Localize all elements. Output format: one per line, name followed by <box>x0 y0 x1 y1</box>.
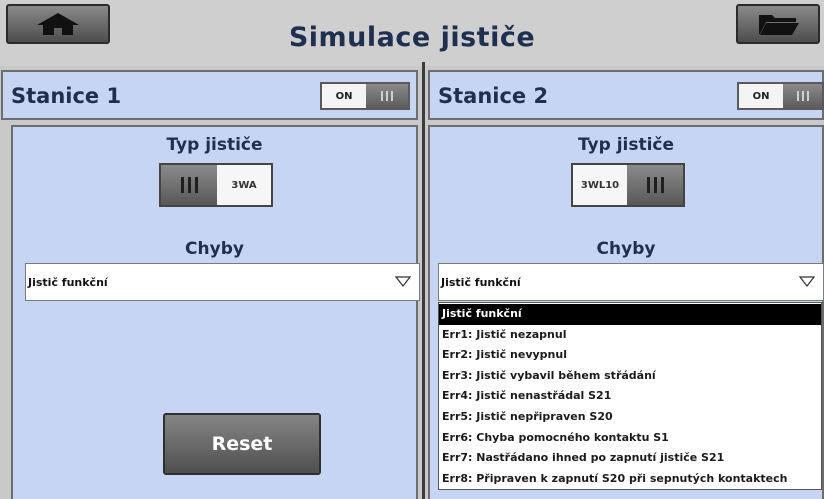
error-dropdown-list: Jistič funkční Err1: Jistič nezapnul Err… <box>438 302 822 490</box>
page-title: Simulace jističe <box>288 22 536 53</box>
station-1-name: Stanice 1 <box>11 84 122 108</box>
reset-button[interactable]: Reset <box>163 413 321 475</box>
dropdown-option[interactable]: Err7: Nastřádano ihned po zapnutí jistič… <box>439 448 821 469</box>
toggle-knob <box>161 165 217 205</box>
breaker-type-label: Typ jističe <box>166 135 263 155</box>
toggle-knob <box>783 84 822 108</box>
dropdown-option[interactable]: Err8: Připraven k zapnutí S20 při sepnut… <box>439 469 821 490</box>
station-1-breaker-type-toggle[interactable]: 3WA <box>159 163 273 207</box>
station-2-error-select[interactable]: Jistič funkční <box>438 263 824 301</box>
station-2-breaker-type-toggle[interactable]: 3WL10 <box>571 163 685 207</box>
toggle-knob <box>366 84 408 108</box>
chevron-down-icon <box>395 276 411 287</box>
dropdown-option[interactable]: Err1: Jistič nezapnul <box>439 325 821 346</box>
open-folder-button[interactable] <box>736 4 820 44</box>
selected-error: Jistič funkční <box>28 276 108 289</box>
breaker-type-value: 3WL10 <box>580 179 620 191</box>
station-2-power-toggle[interactable]: ON <box>737 82 824 110</box>
dropdown-option[interactable]: Err2: Jistič nevypnul <box>439 345 821 366</box>
power-toggle-label: ON <box>322 84 366 108</box>
station-2-header: Stanice 2 ON <box>428 70 824 120</box>
selected-error: Jistič funkční <box>441 276 521 289</box>
dropdown-option[interactable]: Err5: Jistič nepřipraven S20 <box>439 407 821 428</box>
station-1-body: Typ jističe 3WA Chyby Jistič funkční Res… <box>11 125 420 499</box>
dropdown-option[interactable]: Err3: Jistič vybavil během střádání <box>439 366 821 387</box>
station-1-power-toggle[interactable]: ON <box>320 82 410 110</box>
errors-label: Chyby <box>596 239 656 259</box>
power-toggle-label: ON <box>739 84 783 108</box>
dropdown-option[interactable]: Err4: Jistič nenastřádal S21 <box>439 386 821 407</box>
header-bar: Simulace jističe <box>0 0 824 66</box>
chevron-down-icon <box>799 276 815 287</box>
station-2-name: Stanice 2 <box>438 84 549 108</box>
station-1-error-select[interactable]: Jistič funkční <box>25 263 420 301</box>
panel-divider <box>422 62 425 499</box>
toggle-knob <box>627 165 683 205</box>
breaker-type-label: Typ jističe <box>577 135 675 155</box>
dropdown-option[interactable]: Err6: Chyba pomocného kontaktu S1 <box>439 428 821 449</box>
breaker-type-value: 3WA <box>231 179 257 191</box>
folder-icon <box>759 15 799 35</box>
station-1-header: Stanice 1 ON <box>1 70 418 120</box>
dropdown-option[interactable]: Jistič funkční <box>439 304 821 325</box>
errors-label: Chyby <box>185 239 244 259</box>
